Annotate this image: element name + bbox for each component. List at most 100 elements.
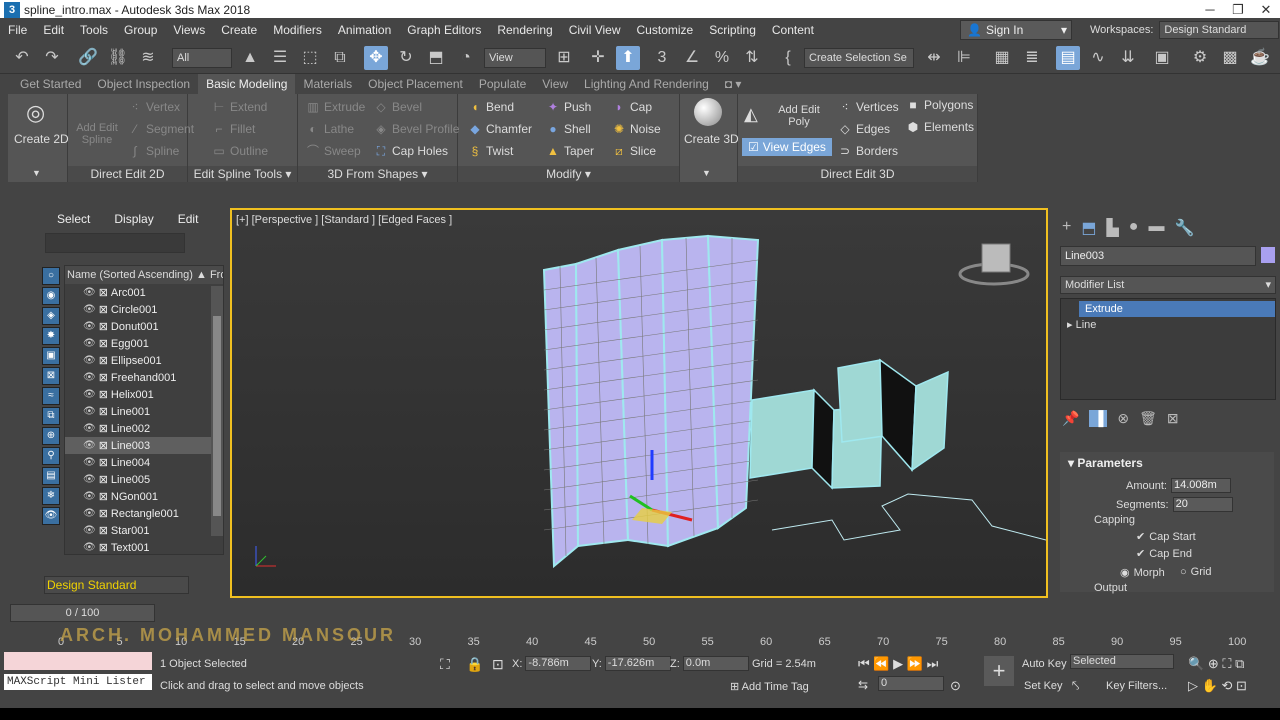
display-geometry-icon[interactable]: ◉ [42, 287, 60, 305]
zoom-icon[interactable]: 🔍 [1188, 656, 1204, 671]
slice-button[interactable]: ⧄ Slice [612, 144, 656, 158]
add-time-tag[interactable]: ⊞ Add Time Tag [730, 680, 809, 693]
key-mode-field[interactable]: Selected [1070, 654, 1174, 669]
sweep-button[interactable]: ⌒ Sweep [306, 144, 361, 158]
scene-explorer-icon[interactable]: ▦ [990, 46, 1014, 70]
maximize-viewport-icon[interactable]: ⊡ [1236, 678, 1247, 693]
configure-modifier-sets-icon[interactable]: ⊠ [1167, 410, 1179, 427]
add-edit-spline-button[interactable]: Add Edit Spline [74, 122, 120, 146]
y-field[interactable]: -17.626m [604, 656, 671, 671]
minimize-button[interactable]: ─ [1196, 0, 1224, 20]
render-setup-icon[interactable]: ⚙ [1188, 46, 1212, 70]
visibility-eye-icon[interactable]: 👁 [83, 304, 96, 315]
scene-list-item[interactable]: 👁 ⊠ Line002 [65, 420, 223, 437]
create2d-icon[interactable]: ◎ [26, 100, 45, 126]
default-in-out-tangents-icon[interactable]: ⤣ [1072, 678, 1079, 694]
set-key-button[interactable]: Set Key [1024, 680, 1063, 692]
angle-snap-icon[interactable]: ∠ [680, 46, 704, 70]
create3d-sphere-icon[interactable] [694, 98, 722, 126]
menu-tools[interactable]: Tools [72, 23, 116, 37]
visibility-eye-icon[interactable]: 👁 [83, 287, 96, 298]
extrude-button[interactable]: ▥ Extrude [306, 100, 365, 114]
curve-editor-icon[interactable]: ∿ [1086, 46, 1110, 70]
lathe-button[interactable]: ◐ Lathe [306, 122, 354, 136]
keyboard-shortcut-override-icon[interactable]: ⬆ [616, 46, 640, 70]
tab-view[interactable]: View [534, 74, 576, 94]
snaps-toggle-icon[interactable]: 3 [650, 46, 674, 70]
percent-snap-icon[interactable]: % [710, 46, 734, 70]
previous-frame-icon[interactable]: ⏪ [873, 656, 889, 671]
menu-animation[interactable]: Animation [330, 23, 399, 37]
display-xrefs-icon[interactable]: ⊕ [42, 427, 60, 445]
scene-list-item[interactable]: 👁 ⊠ Circle001 [65, 301, 223, 318]
utilities-tab-icon[interactable]: 🔧 [1174, 218, 1194, 238]
elements-button[interactable]: ⬢ Elements [906, 120, 974, 134]
menu-graph-editors[interactable]: Graph Editors [399, 23, 489, 37]
taper-button[interactable]: ▲ Taper [546, 144, 594, 158]
x-field[interactable]: -8.786m [525, 656, 592, 671]
visibility-eye-icon[interactable]: 👁 [83, 525, 96, 536]
selection-lock-icon[interactable]: 🔒 [466, 656, 483, 673]
extend-button[interactable]: ⊢ Extend [212, 100, 268, 114]
modifier-list-dropdown[interactable]: Modifier List ▾ [1060, 276, 1276, 294]
display-lights-icon[interactable]: ✸ [42, 327, 60, 345]
pan-icon[interactable]: ✋ [1202, 678, 1218, 693]
tab-display[interactable]: Display [102, 212, 165, 226]
go-to-end-icon[interactable]: ⏭ [927, 656, 939, 671]
display-spacewarps-icon[interactable]: ≈ [42, 387, 60, 405]
restore-button[interactable]: ❐ [1224, 0, 1252, 20]
menu-edit[interactable]: Edit [35, 23, 72, 37]
menu-group[interactable]: Group [116, 23, 165, 37]
display-cameras-icon[interactable]: ▣ [42, 347, 60, 365]
tab-select[interactable]: Select [45, 212, 102, 226]
3d-from-shapes-label[interactable]: 3D From Shapes ▾ [298, 166, 457, 182]
bind-spacewarp-icon[interactable]: ≋ [136, 46, 160, 70]
menu-file[interactable]: File [0, 23, 35, 37]
pin-stack-icon[interactable]: 📌 [1062, 410, 1079, 427]
display-containers-icon[interactable]: ▤ [42, 467, 60, 485]
viewport-label[interactable]: [+] [Perspective ] [Standard ] [Edged Fa… [236, 214, 452, 226]
tab-edit[interactable]: Edit [166, 212, 211, 226]
menu-scripting[interactable]: Scripting [701, 23, 764, 37]
select-rotate-icon[interactable]: ↻ [394, 46, 418, 70]
visibility-eye-icon[interactable]: 👁 [83, 338, 96, 349]
maxscript-mini-lister[interactable]: MAXScript Mini Lister [4, 674, 152, 690]
noise-button[interactable]: ✺ Noise [612, 122, 661, 136]
render-production-icon[interactable]: ☕ [1248, 46, 1272, 70]
menu-customize[interactable]: Customize [629, 23, 702, 37]
display-frozen-icon[interactable]: ❄ [42, 487, 60, 505]
scene-list-item[interactable]: 👁 ⊠ Star001 [65, 522, 223, 539]
next-frame-icon[interactable]: ⏩ [907, 656, 923, 671]
edit-spline-tools-label[interactable]: Edit Spline Tools ▾ [188, 166, 297, 182]
chevron-down-icon[interactable]: ▼ [32, 168, 41, 178]
object-name-field[interactable]: Line003 [1060, 246, 1256, 266]
shell-button[interactable]: ● Shell [546, 122, 590, 136]
select-object-icon[interactable]: ▲ [238, 46, 262, 70]
modify-label[interactable]: Modify ▾ [458, 166, 679, 182]
segment-button[interactable]: ⁄ Segment [128, 122, 194, 136]
cap-button[interactable]: ◗ Cap [612, 100, 652, 114]
maxscript-listener-input[interactable] [4, 652, 152, 670]
visibility-eye-icon[interactable]: 👁 [83, 457, 96, 468]
view-edges-toggle[interactable]: ☑ View Edges [742, 138, 832, 156]
edges-button[interactable]: ◇ Edges [838, 122, 890, 136]
motion-tab-icon[interactable]: ● [1129, 218, 1139, 238]
cap-holes-button[interactable]: ⛶ Cap Holes [374, 144, 448, 158]
workspace-selector[interactable]: Design Standard [44, 576, 189, 594]
polygons-button[interactable]: ■ Polygons [906, 98, 973, 112]
show-end-result-icon[interactable]: ▐ [1089, 410, 1108, 427]
visibility-eye-icon[interactable]: 👁 [83, 355, 96, 366]
auto-key-button[interactable]: Auto Key [1022, 658, 1067, 670]
stack-item-extrude[interactable]: Extrude [1079, 301, 1275, 317]
parameters-header[interactable]: ▾ Parameters [1060, 452, 1274, 474]
visibility-eye-icon[interactable]: 👁 [83, 491, 96, 502]
select-scale-icon[interactable]: ⬒ [424, 46, 448, 70]
time-config-icon[interactable]: ⊙ [950, 678, 961, 694]
visibility-eye-icon[interactable]: 👁 [83, 321, 96, 332]
select-move-icon[interactable]: ✥ [364, 46, 388, 70]
z-field[interactable]: 0.0m [682, 656, 749, 671]
remove-modifier-icon[interactable]: 🗑 [1139, 410, 1157, 427]
window-crossing-icon[interactable]: ⧉ [328, 46, 352, 70]
link-icon[interactable]: 🔗 [76, 46, 100, 70]
set-key-icon[interactable]: + [984, 656, 1014, 686]
